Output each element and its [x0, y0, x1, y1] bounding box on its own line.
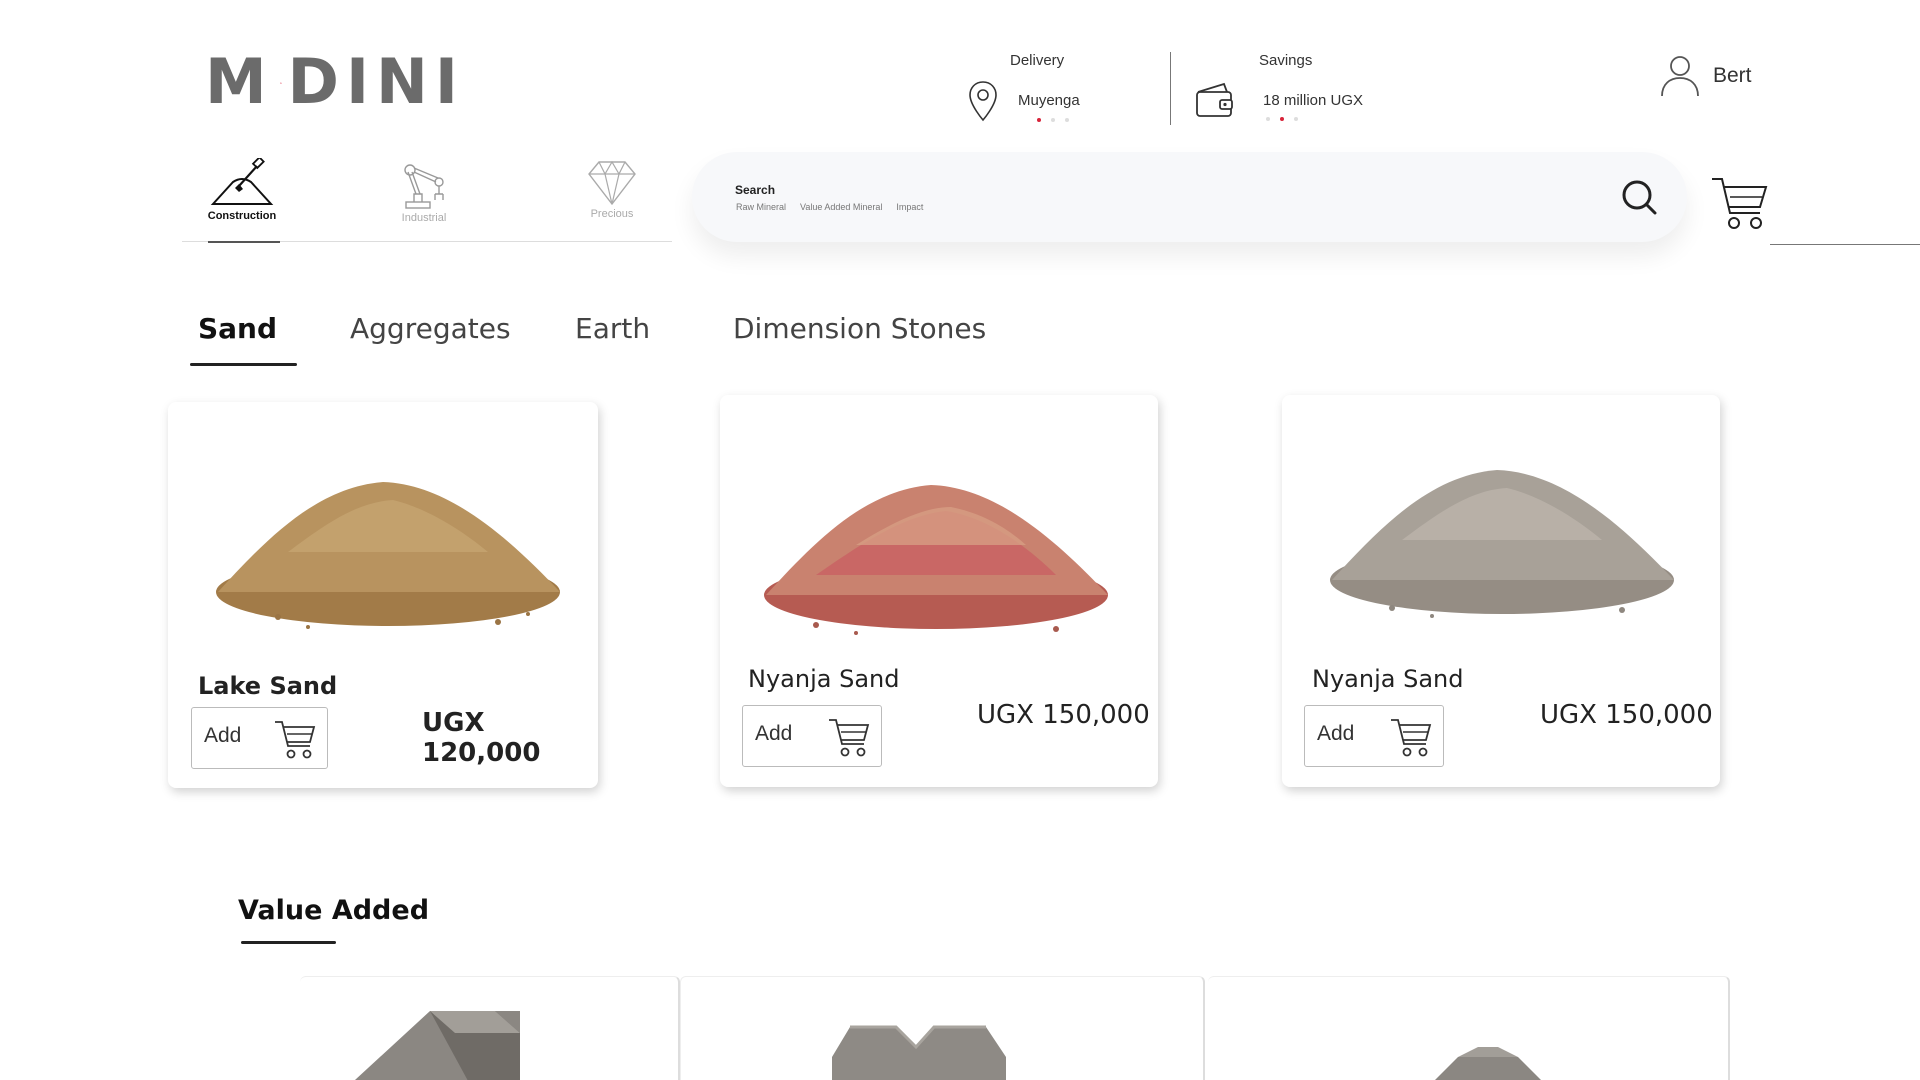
product-card[interactable]: Lake Sand Add UGX 120,000: [168, 402, 598, 788]
header-divider: [1170, 52, 1171, 125]
pager-dot[interactable]: [1280, 117, 1284, 121]
active-tab-indicator: [190, 363, 297, 366]
search-bar[interactable]: Search Raw Mineral Value Added Mineral I…: [692, 152, 1687, 242]
value-added-card[interactable]: [1208, 976, 1730, 1080]
paver-block-image: [355, 1011, 520, 1080]
category-label: Industrial: [401, 212, 447, 224]
product-price: UGX 150,000: [977, 700, 1150, 730]
section-title-underline: [241, 941, 336, 944]
search-suggestion[interactable]: Raw Mineral: [736, 202, 786, 212]
user-name: Bert: [1713, 64, 1752, 87]
product-name: Nyanja Sand: [1312, 665, 1464, 693]
category-tabs: Construction Industrial Precious: [182, 150, 672, 243]
delivery-label: Delivery: [1010, 52, 1065, 69]
add-to-cart-button[interactable]: Add: [742, 705, 882, 767]
savings-value: 18 million UGX: [1263, 92, 1364, 109]
tab-construction[interactable]: Construction: [182, 150, 302, 243]
cart-icon: [829, 719, 870, 757]
search-suggestion[interactable]: Value Added Mineral: [800, 202, 882, 212]
pager-dot[interactable]: [1037, 118, 1041, 122]
diamond-icon: [588, 160, 636, 206]
add-to-cart-button[interactable]: Add: [191, 707, 328, 769]
pager-dot[interactable]: [1294, 117, 1298, 121]
delivery-value: Muyenga: [1018, 92, 1080, 109]
cart-icon: [275, 721, 316, 759]
delivery-location[interactable]: Delivery Muyenga: [960, 50, 1130, 130]
search-icon[interactable]: [1621, 179, 1661, 219]
location-pin-icon: [969, 81, 997, 122]
category-label: Precious: [590, 208, 634, 220]
wallet-icon: [1196, 82, 1233, 117]
sand-pile-image: [216, 482, 560, 629]
sand-pile-image: [1330, 470, 1674, 618]
savings-pager-dots: [1266, 117, 1298, 121]
search-title: Search: [735, 183, 776, 197]
product-price: UGX 150,000: [1540, 700, 1713, 730]
section-title-value-added: Value Added: [238, 895, 430, 926]
value-added-card[interactable]: [300, 976, 680, 1080]
pager-dot[interactable]: [1065, 118, 1069, 122]
sand-pile-image: [764, 485, 1108, 635]
brand-logo-text: M DINI: [205, 45, 465, 118]
search-suggestions: Raw Mineral Value Added Mineral Impact: [736, 202, 923, 212]
pager-dot[interactable]: [1051, 118, 1055, 122]
tab-aggregates[interactable]: Aggregates: [350, 312, 511, 345]
cart-icon: [1391, 719, 1432, 757]
add-label: Add: [1317, 722, 1355, 745]
product-name: Nyanja Sand: [748, 665, 900, 693]
add-to-cart-button[interactable]: Add: [1304, 705, 1444, 767]
product-card[interactable]: Nyanja Sand Add UGX 150,000: [720, 395, 1158, 787]
search-suggestion[interactable]: Impact: [896, 202, 923, 212]
savings-balance[interactable]: Savings 18 million UGX: [1190, 50, 1410, 130]
pager-dot[interactable]: [1266, 117, 1270, 121]
category-label: Construction: [207, 210, 277, 222]
brand-logo[interactable]: M DINI: [205, 45, 465, 118]
tab-dimension-stones[interactable]: Dimension Stones: [733, 312, 986, 345]
add-label: Add: [204, 724, 242, 747]
paver-block-image: [1435, 1047, 1541, 1080]
cart-icon[interactable]: [1710, 175, 1770, 233]
delivery-pager-dots: [1037, 118, 1069, 122]
user-icon: [1661, 56, 1699, 97]
value-added-card[interactable]: [680, 976, 1205, 1080]
add-label: Add: [755, 722, 793, 745]
paver-block-image: [832, 1025, 1006, 1080]
product-price: UGX 120,000: [422, 708, 541, 768]
tab-precious[interactable]: Precious: [552, 150, 672, 242]
savings-label: Savings: [1259, 52, 1313, 69]
construction-shovel-icon: [210, 158, 274, 205]
tab-industrial[interactable]: Industrial: [364, 150, 484, 242]
tab-sand[interactable]: Sand: [198, 312, 277, 345]
product-name: Lake Sand: [198, 672, 338, 700]
logo-a-icon: [279, 82, 282, 84]
divider-line: [1770, 244, 1920, 245]
product-card[interactable]: Nyanja Sand Add UGX 150,000: [1282, 395, 1720, 787]
robot-arm-icon: [404, 164, 444, 209]
tab-earth[interactable]: Earth: [575, 312, 650, 345]
user-account[interactable]: Bert: [1660, 55, 1780, 101]
